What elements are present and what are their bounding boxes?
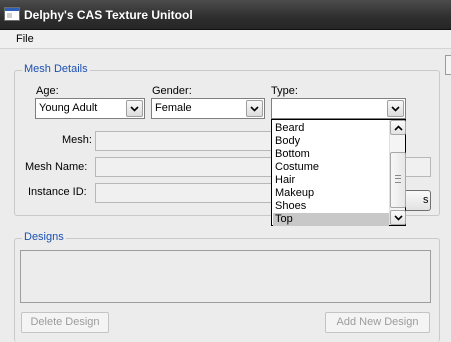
type-select[interactable] [271,98,406,119]
app-window-icon[interactable] [4,7,20,21]
title-bar[interactable]: Delphy's CAS Texture Unitool [0,0,451,30]
scrollbar-thumb[interactable] [390,152,406,208]
type-dropdown-list[interactable]: Beard Body Bottom Costume Hair Makeup Sh… [271,119,406,226]
age-label: Age: [36,85,59,97]
type-label: Type: [271,85,298,97]
chevron-down-icon[interactable] [246,100,263,117]
window-title: Delphy's CAS Texture Unitool [24,8,193,22]
dropdown-scrollbar[interactable] [389,120,406,225]
grip-icon [395,175,401,183]
chevron-up-icon[interactable] [390,120,406,135]
instance-id-label: Instance ID: [28,186,87,198]
chevron-down-icon[interactable] [390,210,406,225]
gender-select-value: Female [155,102,192,114]
menu-bar: File [0,30,451,49]
mesh-label: Mesh: [62,134,92,146]
mesh-details-caption: Mesh Details [22,63,90,75]
age-select[interactable]: Young Adult [35,98,145,119]
dropdown-option-body[interactable]: Body [273,135,389,148]
dropdown-option-makeup[interactable]: Makeup [273,187,389,200]
age-select-value: Young Adult [39,102,98,114]
add-new-design-button[interactable]: Add New Design [325,312,430,333]
designs-list[interactable] [20,250,431,303]
dropdown-option-hair[interactable]: Hair [273,174,389,187]
generate-button[interactable]: s [403,190,431,211]
dropdown-option-shoes[interactable]: Shoes [273,200,389,213]
menu-file[interactable]: File [14,33,36,45]
designs-caption: Designs [22,231,66,243]
gender-select[interactable]: Female [151,98,265,119]
mesh-name-label: Mesh Name: [25,161,88,173]
dropdown-option-beard[interactable]: Beard [273,122,389,135]
dropdown-option-costume[interactable]: Costume [273,161,389,174]
gender-label: Gender: [152,85,192,97]
chevron-down-icon[interactable] [387,100,404,117]
application-window: Delphy's CAS Texture Unitool File Mesh D… [0,0,451,342]
chevron-down-icon[interactable] [126,100,143,117]
window-scrollbar-stub[interactable] [445,55,451,75]
dropdown-option-top[interactable]: Top [273,213,389,226]
mesh-field[interactable] [95,131,277,151]
delete-design-button[interactable]: Delete Design [21,312,109,333]
dropdown-option-bottom[interactable]: Bottom [273,148,389,161]
